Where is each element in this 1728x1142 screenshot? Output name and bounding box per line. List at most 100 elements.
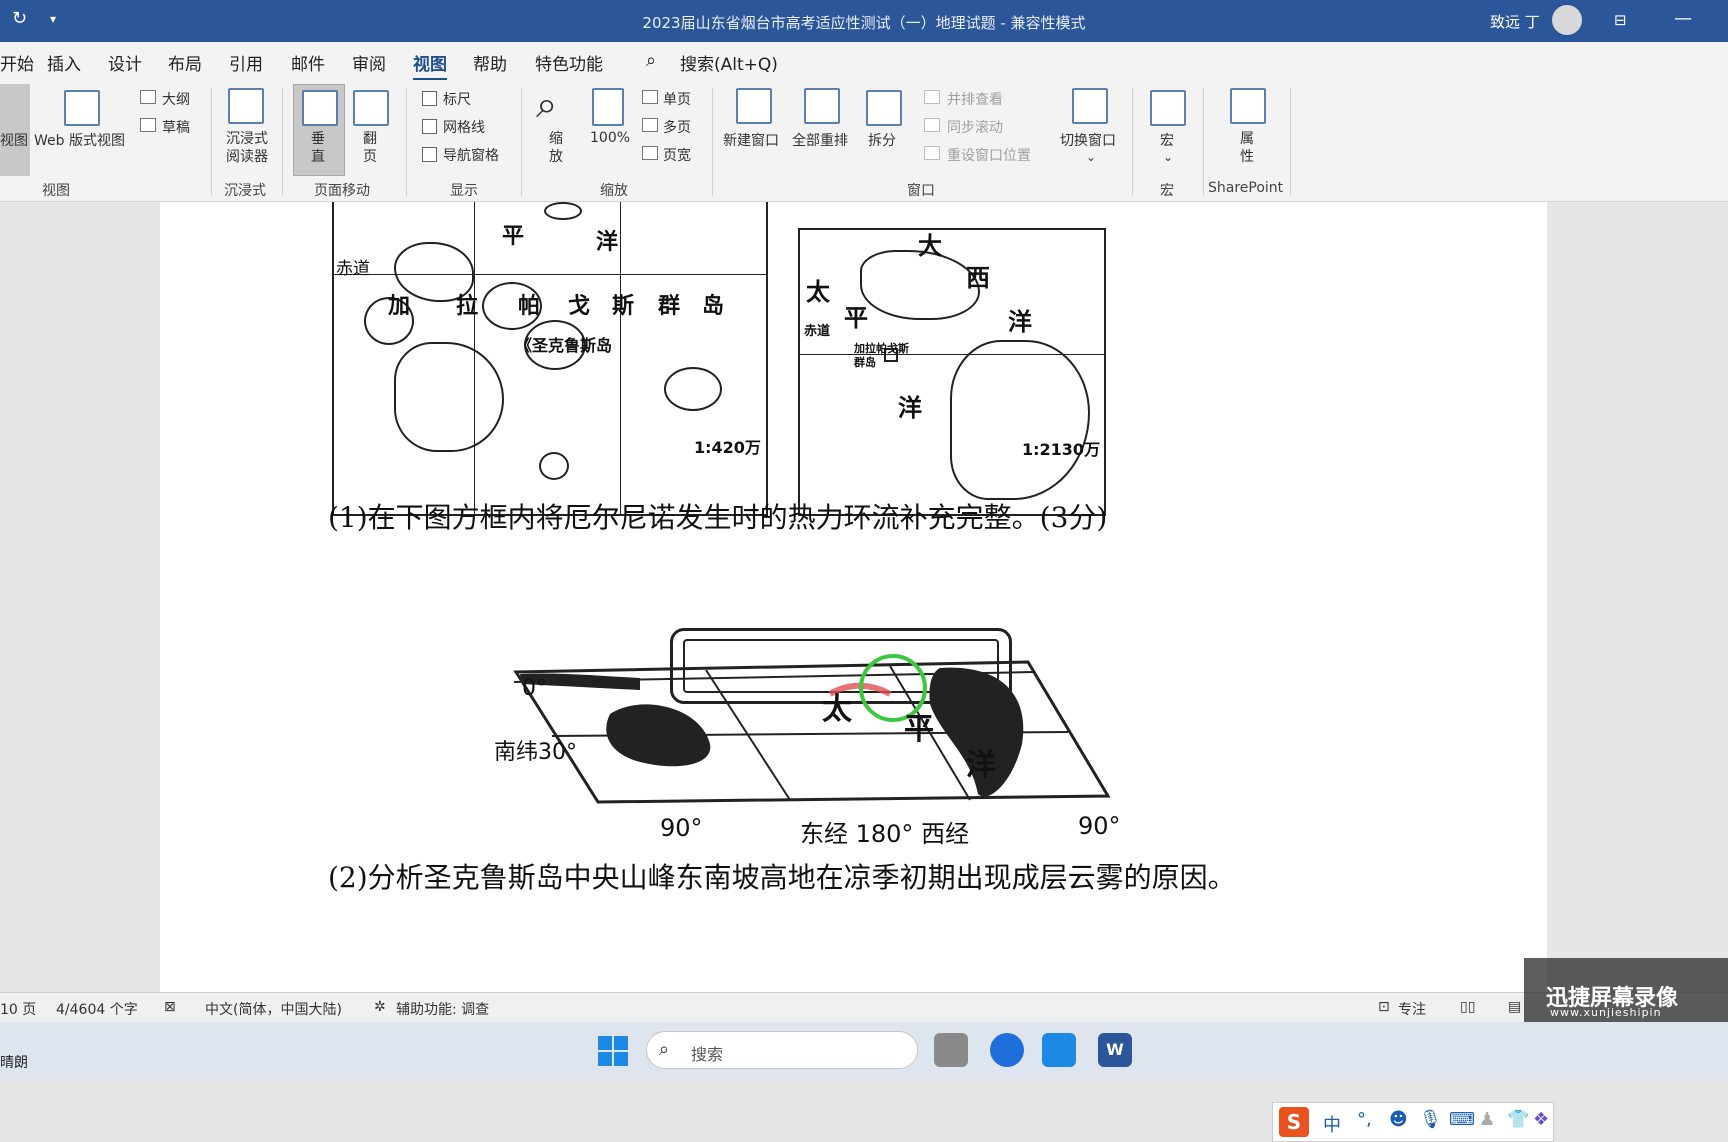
avatar[interactable] <box>1552 5 1582 35</box>
hundred-percent-icon[interactable] <box>592 88 624 126</box>
outline-button[interactable]: 大纲 <box>162 89 190 109</box>
immersive-reader-icon[interactable] <box>228 88 264 124</box>
emoji-icon[interactable]: ☻ <box>1389 1109 1408 1130</box>
tab-references[interactable]: 引用 <box>229 50 263 75</box>
weather-status[interactable]: 晴朗 <box>0 1052 28 1072</box>
one-page-button[interactable]: 单页 <box>663 89 691 109</box>
skin-icon[interactable]: 👕 <box>1507 1109 1529 1130</box>
page-count[interactable]: 10 页 <box>0 999 36 1019</box>
web-layout-icon[interactable] <box>64 90 100 126</box>
task-view-icon[interactable] <box>934 1033 968 1067</box>
tab-layout[interactable]: 布局 <box>168 50 202 75</box>
ribbon-display-icon[interactable]: ⊟ <box>1614 11 1627 29</box>
accessibility-status[interactable]: 辅助功能: 调查 <box>396 999 489 1019</box>
split-icon[interactable] <box>866 90 902 126</box>
side-to-side-button[interactable]: 翻页 <box>363 130 379 166</box>
nav-pane-checkbox[interactable] <box>422 147 437 162</box>
ruler-checkbox[interactable] <box>422 91 437 106</box>
draft-icon[interactable] <box>140 118 156 132</box>
group-macros-label: 宏 <box>1160 183 1174 199</box>
immersive-reader-button[interactable]: 沉浸式阅读器 <box>224 130 270 166</box>
tab-features[interactable]: 特色功能 <box>535 50 603 75</box>
browser-icon[interactable] <box>990 1033 1024 1067</box>
window-title: 2023届山东省烟台市高考适应性测试（一）地理试题 - 兼容性模式 <box>642 14 1086 32</box>
sogou-logo-icon[interactable]: S <box>1279 1107 1309 1137</box>
proofing-icon[interactable]: ⊠ <box>164 999 176 1015</box>
tab-help[interactable]: 帮助 <box>473 50 507 75</box>
keyboard-icon[interactable]: ⌨ <box>1449 1109 1475 1130</box>
south-america-shape <box>950 340 1090 500</box>
read-mode-icon[interactable]: ▯▯ <box>1460 999 1475 1015</box>
tab-review[interactable]: 审阅 <box>352 50 386 75</box>
arrange-all-icon[interactable] <box>804 88 840 124</box>
reset-position-button[interactable]: 重设窗口位置 <box>947 145 1031 165</box>
chevron-down-icon[interactable]: ⌄ <box>1086 150 1096 164</box>
switch-windows-icon[interactable] <box>1072 88 1108 124</box>
recorder-app-icon[interactable] <box>1042 1033 1076 1067</box>
word-count[interactable]: 4/4604 个字 <box>56 999 138 1019</box>
multi-page-icon[interactable] <box>642 118 658 132</box>
focus-icon[interactable]: ⊡ <box>1378 999 1390 1015</box>
ime-mode-toggle[interactable]: 中 <box>1323 1111 1341 1137</box>
draft-button[interactable]: 草稿 <box>162 117 190 137</box>
ime-toolbar[interactable]: S 中 °, ☻ 🎙 ⌨ ♟ 👕 ❖ <box>1272 1102 1554 1142</box>
side-by-side-button[interactable]: 并排查看 <box>947 89 1003 109</box>
arrange-all-button[interactable]: 全部重排 <box>792 130 848 150</box>
toolbox-icon[interactable]: ❖ <box>1533 1109 1549 1130</box>
page-width-button[interactable]: 页宽 <box>663 145 691 165</box>
document-page[interactable]: 平 洋 赤道 加 拉 帕 戈 斯 群 岛 《圣克鲁斯岛 1:420万 大 西 洋… <box>160 202 1547 992</box>
zoom-button[interactable]: 缩放 <box>549 130 565 166</box>
search-icon[interactable]: ⌕ <box>646 50 656 71</box>
group-immersive-label: 沉浸式 <box>224 183 266 199</box>
zoom-icon[interactable]: ⌕ <box>536 82 557 127</box>
search-input[interactable]: 搜索(Alt+Q) <box>680 50 778 75</box>
santa-cruz-label: 《圣克鲁斯岛 <box>516 336 613 355</box>
gridlines-checkbox[interactable] <box>422 119 437 134</box>
split-button[interactable]: 拆分 <box>868 130 896 150</box>
focus-button[interactable]: 专注 <box>1398 999 1426 1019</box>
new-window-icon[interactable] <box>736 88 772 124</box>
web-layout-button[interactable]: Web 版式视图 <box>34 130 125 150</box>
question-2[interactable]: (2)分析圣克鲁斯岛中央山峰东南坡高地在凉季初期出现成层云雾的原因。 <box>328 856 1236 896</box>
map-label: 帕 <box>518 293 541 319</box>
user-icon[interactable]: ♟ <box>1479 1109 1495 1130</box>
macros-button[interactable]: 宏 <box>1160 130 1174 150</box>
question-1[interactable]: (1)在下图方框内将厄尔尼诺发生时的热力环流补充完整。(3分) <box>328 496 1107 536</box>
microphone-icon[interactable]: 🎙 <box>1419 1109 1442 1130</box>
document-area[interactable]: 平 洋 赤道 加 拉 帕 戈 斯 群 岛 《圣克鲁斯岛 1:420万 大 西 洋… <box>0 202 1728 1142</box>
outline-icon[interactable] <box>140 90 156 104</box>
sync-scroll-button[interactable]: 同步滚动 <box>947 117 1003 137</box>
accessibility-icon[interactable]: ✲ <box>374 999 386 1015</box>
vertical-icon <box>302 90 338 126</box>
tab-home[interactable]: 开始 <box>0 50 34 75</box>
properties-button[interactable]: 属性 <box>1240 130 1256 166</box>
hundred-percent-button[interactable]: 100% <box>590 130 630 146</box>
macros-icon[interactable] <box>1150 90 1186 126</box>
minimize-icon[interactable]: — <box>1674 8 1692 29</box>
start-button[interactable] <box>598 1036 628 1066</box>
new-window-button[interactable]: 新建窗口 <box>723 130 779 150</box>
tab-view[interactable]: 视图 <box>413 50 447 81</box>
galapagos-label: 加拉帕戈斯群岛 <box>854 342 909 369</box>
chevron-down-icon[interactable]: ⌄ <box>1163 150 1173 164</box>
switch-windows-button[interactable]: 切换窗口 <box>1060 130 1116 150</box>
print-layout-icon[interactable]: ▤ <box>1508 999 1521 1015</box>
side-to-side-icon[interactable] <box>353 90 389 126</box>
equator-label: 赤道 <box>804 324 831 339</box>
tab-design[interactable]: 设计 <box>108 50 142 75</box>
user-name[interactable]: 致远 丁 <box>1490 11 1540 32</box>
properties-icon[interactable] <box>1230 88 1266 124</box>
galapagos-map-frame <box>332 202 768 516</box>
page-width-icon[interactable] <box>642 146 658 160</box>
taskbar-search[interactable]: ⌕ 搜索 <box>646 1031 918 1069</box>
multi-page-button[interactable]: 多页 <box>663 117 691 137</box>
one-page-icon[interactable] <box>642 90 658 104</box>
island-shape <box>394 342 504 452</box>
language[interactable]: 中文(简体，中国大陆) <box>205 999 342 1019</box>
tab-mailings[interactable]: 邮件 <box>291 50 325 75</box>
americas-map-frame <box>798 228 1106 516</box>
tab-insert[interactable]: 插入 <box>47 50 81 75</box>
punctuation-icon[interactable]: °, <box>1357 1109 1372 1130</box>
word-app-icon[interactable]: W <box>1098 1033 1132 1067</box>
map-label: 斯 <box>612 293 635 319</box>
